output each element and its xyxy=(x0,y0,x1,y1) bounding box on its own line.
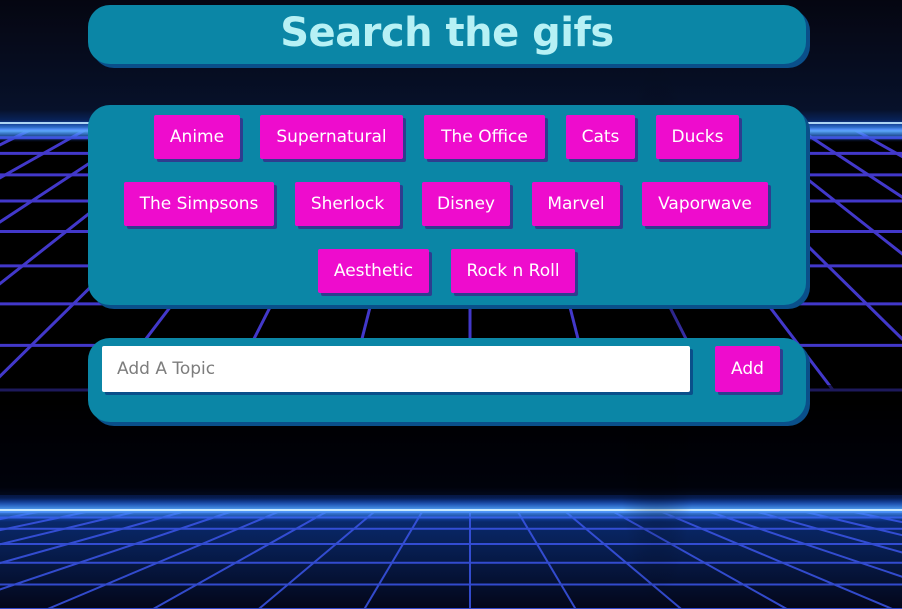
page-title: Search the gifs xyxy=(280,10,614,56)
add-topic-input[interactable] xyxy=(102,346,690,392)
topic-button-the-office[interactable]: The Office xyxy=(424,115,545,159)
title-panel: Search the gifs xyxy=(88,5,806,64)
topic-buttons-panel: Anime Supernatural The Office Cats Ducks… xyxy=(88,105,806,305)
topic-button-disney[interactable]: Disney xyxy=(422,182,510,226)
topic-button-cats[interactable]: Cats xyxy=(566,115,635,159)
topic-button-supernatural[interactable]: Supernatural xyxy=(260,115,403,159)
topic-button-ducks[interactable]: Ducks xyxy=(656,115,739,159)
add-topic-button[interactable]: Add xyxy=(715,346,780,392)
topic-button-aesthetic[interactable]: Aesthetic xyxy=(318,249,429,293)
topic-button-vaporwave[interactable]: Vaporwave xyxy=(642,182,768,226)
topic-button-anime[interactable]: Anime xyxy=(154,115,240,159)
topic-button-rock-n-roll[interactable]: Rock n Roll xyxy=(451,249,575,293)
topic-button-sherlock[interactable]: Sherlock xyxy=(295,182,400,226)
topic-button-the-simpsons[interactable]: The Simpsons xyxy=(124,182,274,226)
topic-button-marvel[interactable]: Marvel xyxy=(532,182,620,226)
add-topic-panel: Add xyxy=(88,338,806,422)
